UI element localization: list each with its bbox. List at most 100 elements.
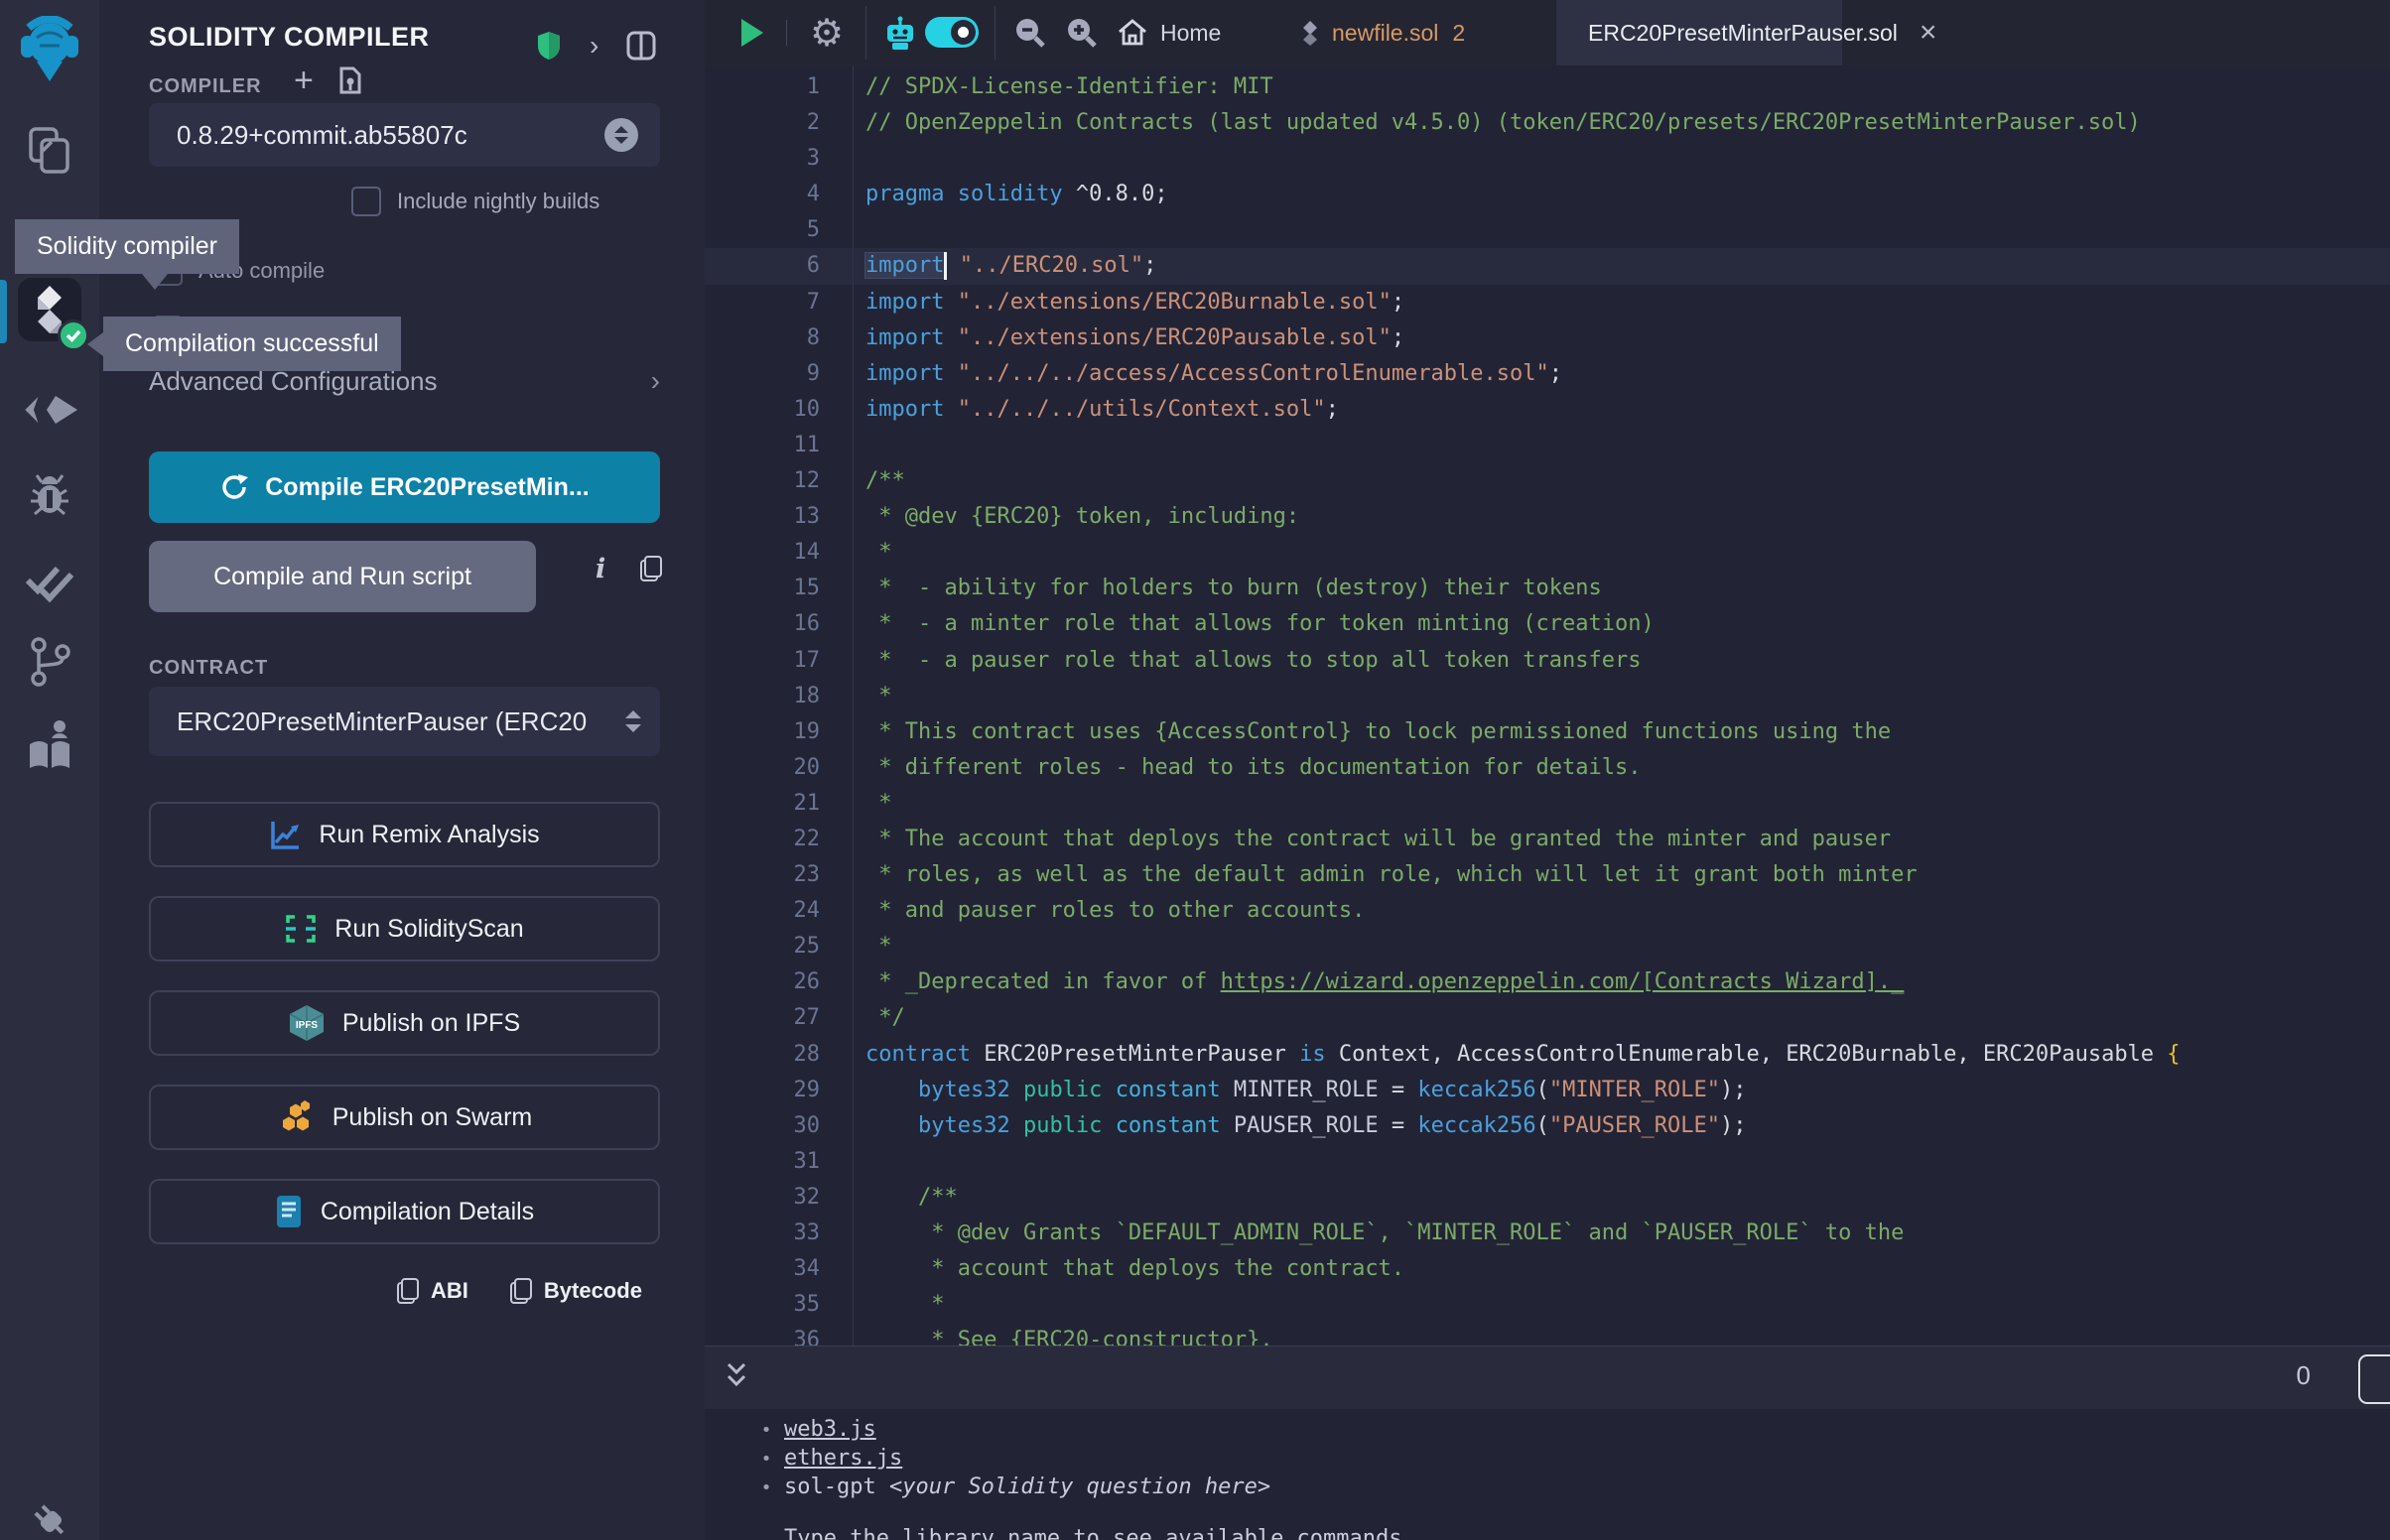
compile-button[interactable]: Compile ERC20PresetMin...	[149, 451, 660, 523]
code-line[interactable]: 15 * - ability for holders to burn (dest…	[705, 571, 2390, 606]
ai-copilot-robot-icon[interactable]	[879, 0, 921, 65]
line-number: 19	[705, 714, 844, 750]
debugger-bug-icon[interactable]	[0, 468, 99, 522]
code-line[interactable]: 7import "../extensions/ERC20Burnable.sol…	[705, 285, 2390, 321]
code-line[interactable]: 20 * different roles - head to its docum…	[705, 750, 2390, 786]
run-solidityscan-button[interactable]: Run SolidityScan	[149, 896, 660, 962]
tab-home[interactable]: Home	[1117, 0, 1221, 65]
code-line[interactable]: 9import "../../../access/AccessControlEn…	[705, 356, 2390, 392]
tab-newfile-sol[interactable]: newfile.sol 2	[1300, 0, 1465, 65]
select-updown-icon	[604, 118, 638, 152]
panel-title: SOLIDITY COMPILER	[149, 22, 430, 53]
code-line[interactable]: 26 * _Deprecated in favor of https://wiz…	[705, 964, 2390, 1000]
publish-swarm-button[interactable]: Publish on Swarm	[149, 1085, 660, 1150]
publish-swarm-label: Publish on Swarm	[332, 1103, 532, 1132]
code-line[interactable]: 17 * - a pauser role that allows to stop…	[705, 643, 2390, 679]
code-line[interactable]: 16 * - a minter role that allows for tok…	[705, 606, 2390, 642]
code-line[interactable]: 13 * @dev {ERC20} token, including:	[705, 499, 2390, 535]
code-line[interactable]: 29 bytes32 public constant MINTER_ROLE =…	[705, 1073, 2390, 1108]
code-line[interactable]: 4pragma solidity ^0.8.0;	[705, 177, 2390, 212]
tab-erc20presetminterpauser-sol[interactable]: ERC20PresetMinterPauser.sol ×	[1556, 0, 1842, 65]
copy-abi-button[interactable]: ABI	[397, 1278, 468, 1304]
compilation-details-button[interactable]: Compilation Details	[149, 1179, 660, 1244]
run-solidityscan-label: Run SolidityScan	[334, 915, 523, 944]
code-line[interactable]: 11	[705, 428, 2390, 463]
copy-bytecode-button[interactable]: Bytecode	[510, 1278, 642, 1304]
collapse-panel-chevron-icon[interactable]: ›	[590, 30, 598, 62]
code-line[interactable]: 35 *	[705, 1287, 2390, 1323]
copy-icon[interactable]	[640, 556, 662, 581]
code-line[interactable]: 27 */	[705, 1000, 2390, 1036]
abi-label: ABI	[431, 1278, 468, 1304]
terminal-search-input[interactable]	[2358, 1354, 2390, 1404]
publish-ipfs-button[interactable]: IPFS Publish on IPFS	[149, 990, 660, 1056]
info-icon[interactable]: i	[596, 554, 605, 584]
line-number: 22	[705, 822, 844, 857]
line-number: 2	[705, 105, 844, 141]
code-line[interactable]: 1// SPDX-License-Identifier: MIT	[705, 69, 2390, 105]
code-line[interactable]: 21 *	[705, 786, 2390, 822]
learneth-book-icon[interactable]	[0, 716, 99, 776]
contract-select[interactable]: ERC20PresetMinterPauser (ERC20	[149, 687, 660, 756]
file-explorer-icon[interactable]	[0, 121, 99, 181]
script-config-gear-icon[interactable]: ⚙	[802, 0, 852, 65]
code-line[interactable]: 14 *	[705, 535, 2390, 571]
code-line[interactable]: 25 *	[705, 929, 2390, 964]
nightly-builds-checkbox[interactable]	[351, 187, 381, 216]
zoom-out-icon[interactable]	[1008, 0, 1052, 65]
run-script-play-button[interactable]	[732, 0, 772, 65]
deploy-run-ethereum-icon[interactable]	[0, 383, 99, 437]
compile-button-label: Compile ERC20PresetMin...	[265, 473, 589, 502]
code-line[interactable]: 23 * roles, as well as the default admin…	[705, 857, 2390, 893]
code-line[interactable]: 2// OpenZeppelin Contracts (last updated…	[705, 105, 2390, 141]
code-line[interactable]: 3	[705, 141, 2390, 177]
line-number: 33	[705, 1216, 844, 1251]
compiler-doc-icon[interactable]	[337, 65, 363, 95]
terminal-item[interactable]: •ethers.js	[705, 1444, 2390, 1473]
line-number: 17	[705, 643, 844, 679]
code-line[interactable]: 10import "../../../utils/Context.sol";	[705, 392, 2390, 428]
plugin-manager-plug-icon[interactable]	[0, 1500, 99, 1540]
code-line[interactable]: 19 * This contract uses {AccessControl} …	[705, 714, 2390, 750]
remix-logo-icon[interactable]	[0, 14, 99, 87]
pin-panel-icon[interactable]	[626, 31, 656, 61]
terminal-item[interactable]: •web3.js	[705, 1415, 2390, 1444]
code-line[interactable]: 33 * @dev Grants `DEFAULT_ADMIN_ROLE`, `…	[705, 1216, 2390, 1251]
compile-and-run-button[interactable]: Compile and Run script	[149, 541, 536, 612]
code-line[interactable]: 8import "../extensions/ERC20Pausable.sol…	[705, 321, 2390, 356]
code-line[interactable]: 30 bytes32 public constant PAUSER_ROLE =…	[705, 1108, 2390, 1144]
line-number: 15	[705, 571, 844, 606]
code-line[interactable]: 5	[705, 212, 2390, 248]
run-remix-analysis-button[interactable]: Run Remix Analysis	[149, 802, 660, 867]
line-number: 25	[705, 929, 844, 964]
copilot-toggle[interactable]	[925, 17, 979, 48]
nightly-builds-row: Include nightly builds	[351, 187, 599, 216]
bytecode-label: Bytecode	[544, 1278, 642, 1304]
close-tab-icon[interactable]: ×	[1920, 23, 1937, 43]
code-line[interactable]: 32 /**	[705, 1180, 2390, 1216]
code-editor[interactable]: 1// SPDX-License-Identifier: MIT2// Open…	[705, 65, 2390, 1346]
compiler-version-select[interactable]: 0.8.29+commit.ab55807c	[149, 103, 660, 167]
line-number: 3	[705, 141, 844, 177]
select-arrows-icon	[624, 708, 642, 734]
unit-testing-doublecheck-icon[interactable]	[0, 556, 99, 609]
add-compiler-plus-icon[interactable]: +	[294, 62, 314, 100]
line-number: 26	[705, 964, 844, 1000]
code-line[interactable]: 24 * and pauser roles to other accounts.	[705, 893, 2390, 929]
expand-terminal-icon[interactable]	[723, 1360, 750, 1392]
code-line[interactable]: 22 * The account that deploys the contra…	[705, 822, 2390, 857]
toolbar-divider	[865, 6, 866, 60]
code-line[interactable]: 12/**	[705, 463, 2390, 499]
code-line[interactable]: 28contract ERC20PresetMinterPauser is Co…	[705, 1037, 2390, 1073]
zoom-in-icon[interactable]	[1060, 0, 1104, 65]
line-number: 13	[705, 499, 844, 535]
code-line[interactable]: 34 * account that deploys the contract.	[705, 1251, 2390, 1287]
code-line[interactable]: 6import "../ERC20.sol";	[705, 248, 2390, 284]
compilation-details-label: Compilation Details	[321, 1198, 534, 1226]
code-line[interactable]: 31	[705, 1144, 2390, 1180]
shield-icon[interactable]	[536, 30, 562, 62]
git-branch-icon[interactable]	[0, 635, 99, 689]
code-line[interactable]: 18 *	[705, 679, 2390, 714]
code-line[interactable]: 36 * See {ERC20-constructor}.	[705, 1323, 2390, 1346]
line-number: 20	[705, 750, 844, 786]
